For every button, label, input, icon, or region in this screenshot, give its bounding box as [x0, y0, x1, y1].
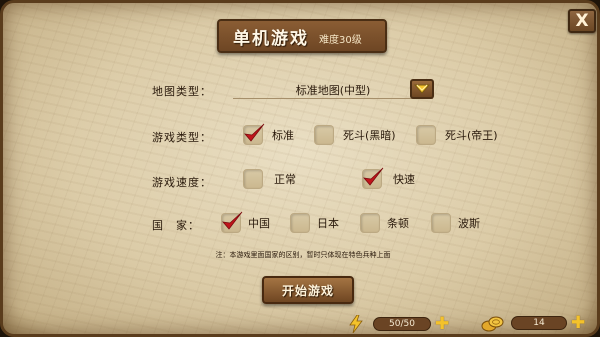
- speed-option-fast[interactable]: 快速: [362, 167, 415, 189]
- map-type-label: 地图类型：: [152, 85, 212, 98]
- mode-label-dark: 死斗(黑暗): [343, 129, 396, 142]
- page-title: 单机游戏: [233, 28, 309, 49]
- game-speed-label: 游戏速度：: [152, 176, 212, 189]
- title-banner: 单机游戏 难度30级: [217, 19, 387, 53]
- add-gold-button[interactable]: ✚: [571, 315, 585, 332]
- mode-label-emperor: 死斗(帝王): [445, 129, 498, 142]
- map-type-select[interactable]: 标准地图(中型): [233, 81, 433, 99]
- checkmark-icon: [244, 123, 265, 142]
- game-setup-panel: 单机游戏 难度30级 X 地图类型： 标准地图(中型) 游戏类型： 标准 死斗(…: [0, 0, 600, 337]
- country-label-persia: 波斯: [458, 217, 480, 230]
- start-game-button[interactable]: 开始游戏: [262, 276, 354, 304]
- chevron-down-icon: [414, 84, 430, 94]
- mode-checkbox-standard[interactable]: [243, 123, 265, 145]
- gold-value: 14: [511, 316, 567, 330]
- country-checkbox-teuton[interactable]: [360, 213, 380, 233]
- add-energy-button[interactable]: ✚: [435, 316, 449, 333]
- energy-value: 50/50: [373, 317, 431, 331]
- country-label: 国 家：: [152, 219, 200, 232]
- country-checkbox-china[interactable]: [221, 211, 243, 233]
- country-note: 注：本游戏里面国家的区别，暂时只体现在特色兵种上面: [215, 251, 391, 259]
- speed-option-normal[interactable]: 正常: [243, 169, 296, 189]
- country-checkbox-japan[interactable]: [290, 213, 310, 233]
- mode-option-dark[interactable]: 死斗(黑暗): [314, 125, 396, 145]
- energy-stat: 50/50 ✚: [349, 315, 449, 333]
- difficulty-label: 难度30级: [319, 34, 362, 46]
- mode-label-standard: 标准: [272, 129, 294, 142]
- map-dropdown-button[interactable]: [410, 79, 434, 99]
- mode-checkbox-dark[interactable]: [314, 125, 334, 145]
- close-button[interactable]: X: [568, 9, 596, 33]
- country-label-china: 中国: [248, 217, 270, 230]
- speed-label-normal: 正常: [274, 173, 296, 186]
- gold-stat: 14 ✚: [481, 313, 585, 333]
- country-option-persia[interactable]: 波斯: [431, 213, 480, 233]
- checkmark-icon: [363, 167, 384, 186]
- coin-icon: [481, 316, 504, 332]
- speed-checkbox-normal[interactable]: [243, 169, 263, 189]
- speed-label-fast: 快速: [393, 173, 415, 186]
- country-checkbox-persia[interactable]: [431, 213, 451, 233]
- mode-option-standard[interactable]: 标准: [243, 123, 294, 145]
- lightning-icon: [349, 315, 363, 333]
- game-type-label: 游戏类型：: [152, 131, 212, 144]
- country-label-teuton: 条顿: [387, 217, 409, 230]
- checkmark-icon: [222, 211, 243, 230]
- map-type-value: 标准地图(中型): [295, 83, 371, 97]
- country-option-teuton[interactable]: 条顿: [360, 213, 409, 233]
- speed-checkbox-fast[interactable]: [362, 167, 384, 189]
- mode-checkbox-emperor[interactable]: [416, 125, 436, 145]
- country-option-china[interactable]: 中国: [221, 211, 270, 233]
- country-option-japan[interactable]: 日本: [290, 213, 339, 233]
- country-label-japan: 日本: [317, 217, 339, 230]
- mode-option-emperor[interactable]: 死斗(帝王): [416, 125, 498, 145]
